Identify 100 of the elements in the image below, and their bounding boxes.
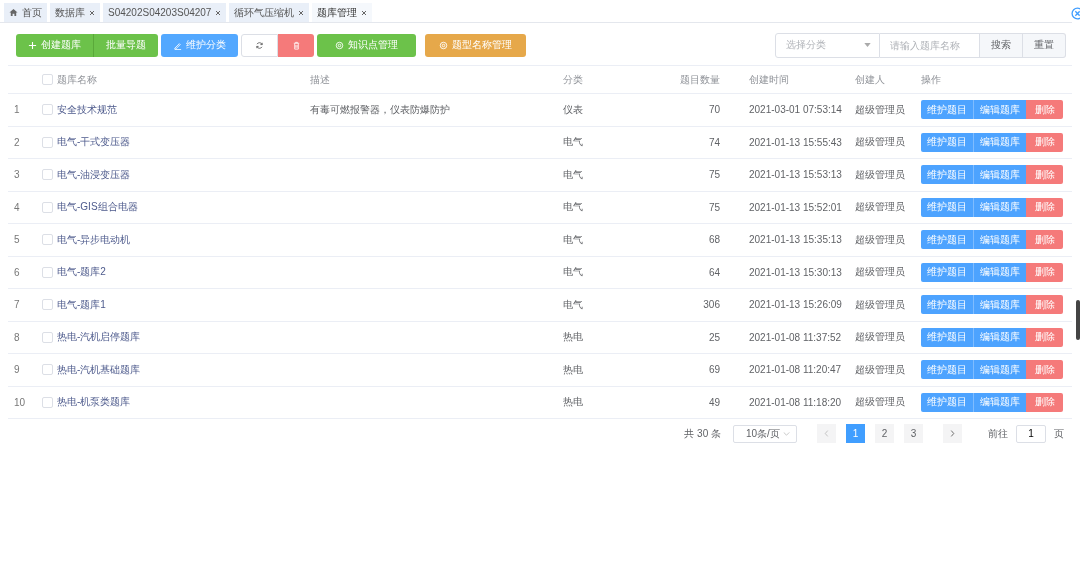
- prev-page-button[interactable]: [817, 424, 836, 443]
- action-button[interactable]: 编辑题库: [973, 392, 1026, 412]
- delete-button[interactable]: [278, 33, 314, 57]
- row-checkbox[interactable]: [42, 266, 53, 278]
- creator-cell: 超级管理员: [855, 265, 905, 280]
- action-button[interactable]: 维护题目: [921, 295, 973, 315]
- action-button[interactable]: 维护题目: [921, 262, 973, 282]
- close-icon[interactable]: [215, 9, 222, 16]
- action-button[interactable]: 编辑题库: [973, 197, 1026, 217]
- page-tab[interactable]: S04202S04203S04207: [103, 3, 227, 22]
- page-tab[interactable]: 首页: [4, 3, 47, 22]
- action-button[interactable]: 维护题目: [921, 327, 973, 347]
- page-size-select[interactable]: 10条/页: [733, 424, 797, 443]
- count-cell: 70: [708, 104, 720, 116]
- action-button[interactable]: 维护题目: [921, 392, 973, 412]
- gear-icon: [439, 40, 448, 50]
- action-button[interactable]: 编辑题库: [973, 295, 1026, 315]
- bank-name: 安全技术规范: [57, 102, 117, 117]
- action-button[interactable]: 编辑题库: [973, 262, 1026, 282]
- next-page-button[interactable]: [943, 424, 962, 443]
- reset-button[interactable]: 重置: [1023, 32, 1066, 58]
- bank-name: 电气-题库1: [57, 297, 106, 312]
- action-button[interactable]: 维护题目: [921, 100, 973, 120]
- count-cell: 25: [708, 331, 720, 343]
- scrollbar[interactable]: [1076, 300, 1080, 340]
- close-icon[interactable]: [89, 9, 95, 16]
- category-cell: 电气: [563, 167, 583, 182]
- action-button[interactable]: 维护题目: [921, 165, 973, 185]
- action-button[interactable]: 编辑题库: [973, 165, 1026, 185]
- row-checkbox[interactable]: [42, 201, 53, 213]
- category-cell: 电气: [563, 135, 583, 150]
- row-checkbox[interactable]: [42, 169, 53, 181]
- action-button[interactable]: 维护题目: [921, 360, 973, 380]
- question-type-button[interactable]: 题型名称管理: [425, 33, 526, 57]
- delete-button[interactable]: 删除: [1026, 100, 1063, 120]
- action-button[interactable]: 编辑题库: [973, 132, 1026, 152]
- search-button[interactable]: 搜索: [980, 32, 1023, 58]
- action-button[interactable]: 编辑题库: [973, 327, 1026, 347]
- created-time-cell: 2021-01-08 11:18:20: [749, 396, 842, 408]
- close-icon[interactable]: [298, 9, 305, 16]
- page-tab[interactable]: 题库管理: [312, 3, 373, 22]
- refresh-button[interactable]: [241, 33, 278, 57]
- page-tab[interactable]: 循环气压缩机: [229, 3, 310, 22]
- chevron-icon: [783, 431, 790, 436]
- delete-button[interactable]: 删除: [1026, 360, 1063, 380]
- delete-button[interactable]: 删除: [1026, 197, 1063, 217]
- row-checkbox[interactable]: [42, 299, 53, 311]
- delete-button[interactable]: 删除: [1026, 230, 1063, 250]
- gear-icon: [335, 40, 344, 50]
- action-button[interactable]: 编辑题库: [973, 100, 1026, 120]
- created-time-cell: 2021-01-13 15:35:13: [749, 234, 842, 246]
- action-button[interactable]: 编辑题库: [973, 230, 1026, 250]
- plus-icon: [28, 40, 37, 50]
- action-button[interactable]: 编辑题库: [973, 360, 1026, 380]
- select-all-checkbox[interactable]: [42, 74, 53, 85]
- row-number: 1: [14, 104, 20, 116]
- page-button[interactable]: 3: [904, 424, 923, 443]
- row-checkbox[interactable]: [42, 331, 53, 343]
- creator-cell: 超级管理员: [855, 167, 905, 182]
- action-button[interactable]: 维护题目: [921, 230, 973, 250]
- count-cell: 64: [708, 266, 720, 278]
- import-button[interactable]: 批量导题: [93, 33, 158, 57]
- chevron-icon: [950, 430, 955, 437]
- count-cell: 74: [708, 136, 720, 148]
- row-checkbox[interactable]: [42, 234, 53, 246]
- row-checkbox[interactable]: [42, 104, 53, 116]
- close-icon[interactable]: [361, 9, 368, 16]
- category-cell: 电气: [563, 297, 583, 312]
- category-button[interactable]: 维护分类: [161, 33, 238, 57]
- delete-button[interactable]: 删除: [1026, 392, 1063, 412]
- home-icon: [9, 8, 18, 17]
- action-button[interactable]: 维护题目: [921, 132, 973, 152]
- category-select[interactable]: 选择分类: [775, 32, 880, 58]
- creator-cell: 超级管理员: [855, 102, 905, 117]
- creator-cell: 超级管理员: [855, 200, 905, 215]
- delete-button[interactable]: 删除: [1026, 295, 1063, 315]
- delete-button[interactable]: 删除: [1026, 327, 1063, 347]
- row-number: 9: [14, 364, 20, 376]
- page-input[interactable]: 1: [1016, 424, 1046, 443]
- delete-button[interactable]: 删除: [1026, 165, 1063, 185]
- count-cell: 68: [708, 234, 720, 246]
- bank-name: 电气-干式变压器: [57, 135, 131, 150]
- bank-name: 热电-汽机基础题库: [57, 362, 141, 377]
- creator-cell: 超级管理员: [855, 297, 905, 312]
- delete-button[interactable]: 删除: [1026, 262, 1063, 282]
- row-checkbox[interactable]: [42, 136, 53, 148]
- category-cell: 电气: [563, 232, 583, 247]
- page-button[interactable]: 1: [846, 424, 865, 443]
- action-button[interactable]: 维护题目: [921, 197, 973, 217]
- row-number: 6: [14, 266, 20, 278]
- row-checkbox[interactable]: [42, 396, 53, 408]
- knowledge-button[interactable]: 知识点管理: [317, 33, 416, 57]
- page-tab[interactable]: 数据库: [50, 3, 100, 22]
- page-button[interactable]: 2: [875, 424, 894, 443]
- row-checkbox[interactable]: [42, 364, 53, 376]
- creator-cell: 超级管理员: [855, 330, 905, 345]
- search-field[interactable]: 请输入题库名称: [880, 32, 980, 58]
- create-button[interactable]: 创建题库: [16, 33, 93, 57]
- delete-button[interactable]: 删除: [1026, 132, 1063, 152]
- creator-cell: 超级管理员: [855, 135, 905, 150]
